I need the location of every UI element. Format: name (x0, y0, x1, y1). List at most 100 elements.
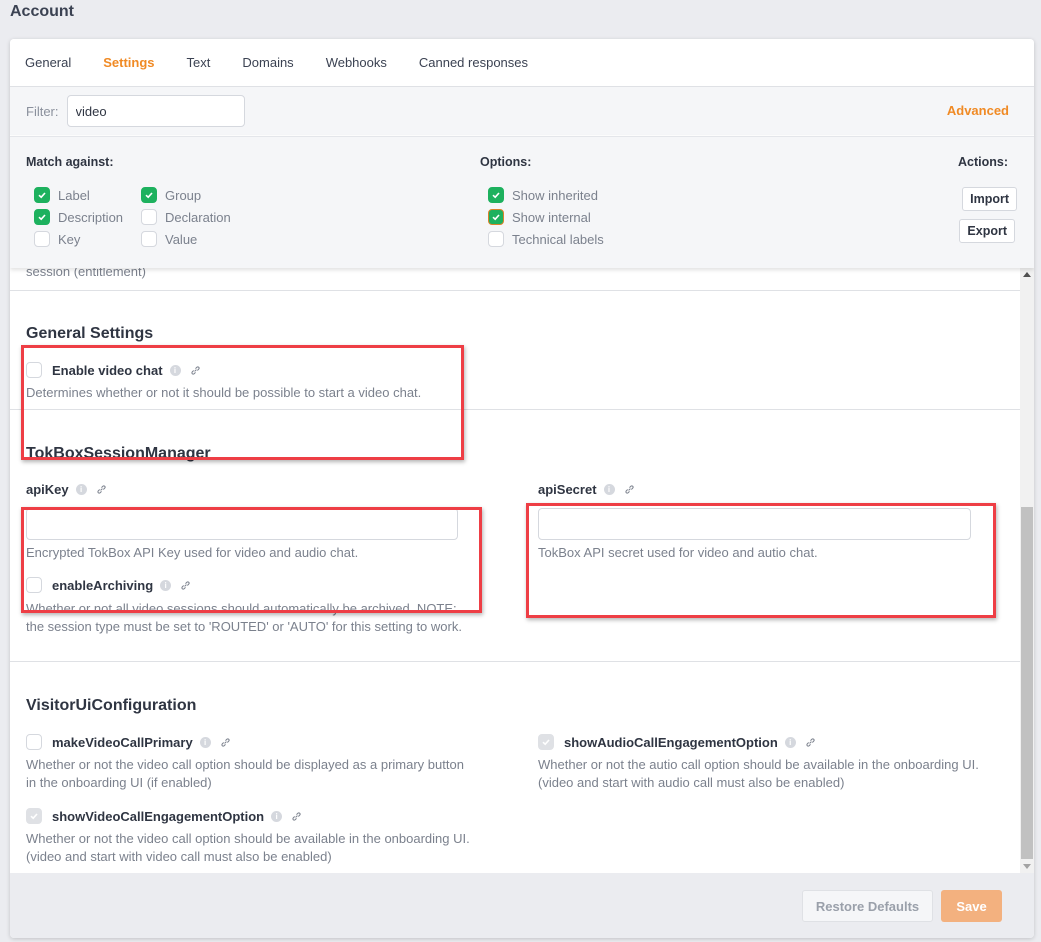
tab-settings[interactable]: Settings (103, 55, 154, 70)
actions-heading: Actions: (958, 155, 1008, 169)
checkbox-icon[interactable] (488, 231, 504, 247)
tab-canned-responses[interactable]: Canned responses (419, 55, 528, 70)
setting-label: showVideoCallEngagementOption (52, 808, 265, 824)
page-title: Account (10, 3, 74, 20)
tab-bar: General Settings Text Domains Webhooks C… (10, 39, 1034, 87)
info-icon[interactable]: i (169, 364, 181, 376)
make-video-call-primary-checkbox[interactable] (26, 734, 42, 750)
filter-input[interactable] (66, 95, 245, 127)
restore-defaults-button[interactable]: Restore Defaults (802, 890, 933, 922)
scroll-thumb[interactable] (1021, 507, 1033, 859)
match-value-option[interactable]: Value (141, 229, 197, 249)
setting-description: Whether or not all video sessions should… (26, 601, 462, 634)
option-label: Technical labels (512, 231, 604, 247)
setting-label: enableArchiving (52, 577, 154, 593)
api-secret-input[interactable] (538, 508, 971, 540)
settings-content: session (entitlement) General Settings E… (10, 268, 1020, 873)
checkbox-checked-icon[interactable] (488, 187, 504, 203)
option-label: Value (165, 231, 198, 247)
tab-general[interactable]: General (25, 55, 71, 70)
checkbox-checked-icon[interactable] (488, 209, 504, 225)
option-label: Key (58, 231, 81, 247)
api-key-input[interactable] (26, 508, 458, 540)
scroll-down-arrow-icon[interactable] (1023, 864, 1031, 869)
checkbox-checked-icon[interactable] (34, 209, 50, 225)
checkbox-checked-icon[interactable] (141, 187, 157, 203)
section-title-tokbox: TokBoxSessionManager (26, 445, 211, 462)
enable-archiving-setting: enableArchiving i (26, 577, 191, 593)
tab-text[interactable]: Text (187, 55, 211, 70)
link-icon[interactable] (180, 580, 191, 591)
option-label: Description (58, 209, 124, 225)
setting-description: Determines whether or not it should be p… (26, 385, 422, 400)
checkbox-icon[interactable] (141, 231, 157, 247)
info-icon[interactable]: i (160, 579, 172, 591)
link-icon[interactable] (96, 484, 107, 495)
show-audio-call-setting: showAudioCallEngagementOption i (538, 734, 816, 750)
link-icon[interactable] (190, 365, 201, 376)
enable-video-chat-checkbox[interactable] (26, 362, 42, 378)
link-icon[interactable] (805, 737, 816, 748)
section-divider (10, 290, 1020, 291)
enable-archiving-checkbox[interactable] (26, 577, 42, 593)
options-heading: Options: (480, 155, 532, 169)
info-icon[interactable]: i (271, 810, 283, 822)
save-button[interactable]: Save (941, 890, 1002, 922)
api-secret-setting: apiSecret i (538, 482, 635, 497)
section-divider (10, 661, 1020, 662)
export-button[interactable]: Export (959, 219, 1015, 243)
technical-labels-option[interactable]: Technical labels (488, 229, 604, 249)
make-video-call-primary-setting: makeVideoCallPrimary i (26, 734, 231, 750)
account-card: General Settings Text Domains Webhooks C… (10, 39, 1034, 938)
footer-bar: Restore Defaults Save (10, 873, 1034, 938)
setting-label: apiSecret (538, 482, 597, 497)
info-icon[interactable]: i (199, 736, 211, 748)
link-icon[interactable] (220, 737, 231, 748)
clipped-description: session (entitlement) (26, 268, 146, 279)
advanced-link[interactable]: Advanced (947, 103, 1009, 118)
enable-video-chat-setting: Enable video chat i (26, 362, 201, 378)
show-audio-call-checkbox[interactable] (538, 734, 554, 750)
info-icon[interactable]: i (603, 484, 615, 495)
match-key-option[interactable]: Key (34, 229, 80, 249)
info-icon[interactable]: i (784, 736, 796, 748)
setting-description: Whether or not the video call option sho… (26, 831, 470, 864)
checkbox-checked-icon[interactable] (34, 187, 50, 203)
checkbox-icon[interactable] (141, 209, 157, 225)
advanced-panel: Match against: Label Description Key Gro… (10, 136, 1034, 268)
show-inherited-option[interactable]: Show inherited (488, 185, 598, 205)
filter-label: Filter: (26, 103, 59, 119)
tab-domains[interactable]: Domains (242, 55, 293, 70)
setting-description: Encrypted TokBox API Key used for video … (26, 545, 359, 560)
match-against-heading: Match against: (26, 155, 114, 169)
option-label: Group (165, 187, 202, 203)
show-internal-option[interactable]: Show internal (488, 207, 591, 227)
scroll-up-arrow-icon[interactable] (1023, 272, 1031, 277)
setting-label: apiKey (26, 482, 69, 497)
tab-webhooks[interactable]: Webhooks (326, 55, 387, 70)
setting-label: showAudioCallEngagementOption (564, 734, 778, 750)
setting-description: Whether or not the autio call option sho… (538, 757, 979, 790)
info-icon[interactable]: i (75, 484, 87, 495)
setting-description: Whether or not the video call option sho… (26, 757, 464, 790)
checkbox-icon[interactable] (34, 231, 50, 247)
setting-label: Enable video chat (52, 362, 163, 378)
show-video-call-checkbox[interactable] (26, 808, 42, 824)
option-label: Show internal (512, 209, 591, 225)
link-icon[interactable] (291, 811, 302, 822)
option-label: Label (58, 187, 90, 203)
match-declaration-option[interactable]: Declaration (141, 207, 231, 227)
section-title-general-settings: General Settings (26, 325, 154, 342)
setting-description: TokBox API secret used for video and aut… (538, 545, 818, 560)
match-description-option[interactable]: Description (34, 207, 123, 227)
api-key-setting: apiKey i (26, 482, 107, 497)
content-scrollbar[interactable] (1020, 268, 1034, 873)
filter-bar: Filter: Advanced (10, 87, 1034, 135)
option-label: Show inherited (512, 187, 598, 203)
match-group-option[interactable]: Group (141, 185, 201, 205)
import-button[interactable]: Import (962, 187, 1017, 211)
match-label-option[interactable]: Label (34, 185, 90, 205)
setting-label: makeVideoCallPrimary (52, 734, 193, 750)
link-icon[interactable] (624, 484, 635, 495)
section-title-visitor-ui: VisitorUiConfiguration (26, 697, 197, 714)
